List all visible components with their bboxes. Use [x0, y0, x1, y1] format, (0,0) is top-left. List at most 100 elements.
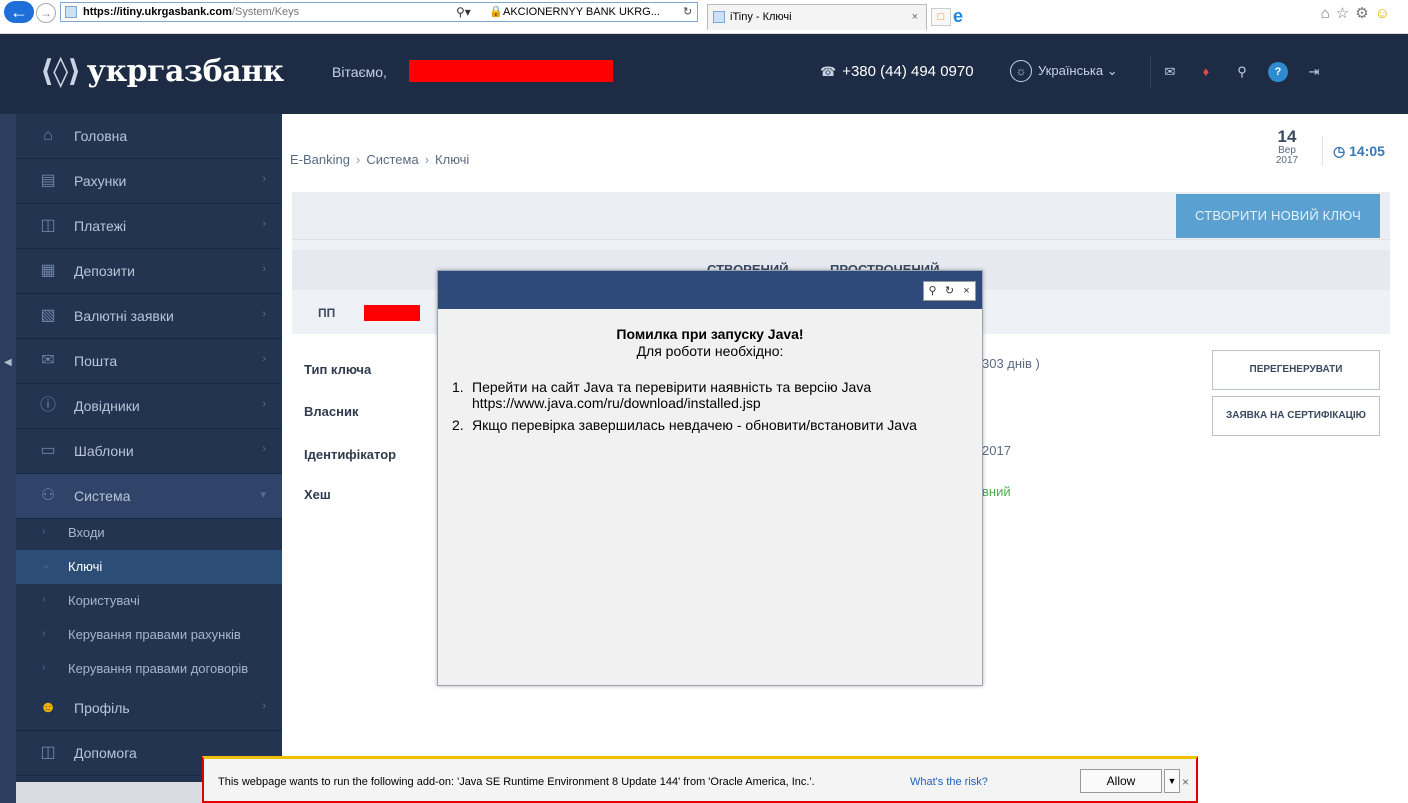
envelope-icon[interactable]: ✉	[1160, 62, 1180, 82]
create-key-button[interactable]: СТВОРИТИ НОВИЙ КЛЮЧ	[1176, 194, 1380, 238]
app-header: ⟨◊⟩ укргазбанк Вітаємо, ☎ +380 (44) 494 09…	[0, 34, 1408, 114]
chevron-right-icon: ›	[262, 308, 266, 320]
dialog-title: Помилка при запуску Java!	[616, 326, 804, 342]
sidebar-subitem-logins[interactable]: › Входи	[16, 516, 282, 550]
address-bar[interactable]: https://itiny.ukrgasbank.com/System/Keys…	[60, 2, 698, 22]
sidebar-item-payments[interactable]: ◫ Платежі ›	[16, 204, 282, 249]
sidebar-item-accounts[interactable]: ▤ Рахунки ›	[16, 159, 282, 204]
date-display: 14 Вер 2017	[1260, 128, 1314, 172]
step-number: 2.	[452, 417, 464, 433]
home-icon: ⌂	[43, 127, 53, 144]
shield-alert-icon[interactable]: ♦	[1196, 62, 1216, 82]
sidebar: ◀ ⌂ Головна ▤ Рахунки › ◫ Платежі › ▦ Де…	[0, 114, 282, 803]
detail-value-validity: 303 днів )	[982, 356, 1040, 371]
breadcrumb-separator-icon: ›	[355, 152, 361, 167]
forward-arrow-icon[interactable]: →	[36, 3, 56, 23]
greeting-text: Вітаємо,	[332, 64, 387, 80]
profile-icon: ☻	[39, 699, 57, 716]
home-browser-icon[interactable]: ⌂	[1321, 5, 1336, 22]
help-circle-icon[interactable]: ?	[1268, 62, 1288, 82]
feedback-smiley-icon[interactable]: ☺	[1375, 5, 1396, 22]
certificate-label[interactable]: AKCIONERNYY BANK UKRG...	[503, 3, 660, 21]
allow-button[interactable]: Allow	[1080, 769, 1162, 793]
close-icon[interactable]: ×	[1182, 775, 1189, 789]
chevron-right-icon: ›	[42, 662, 46, 673]
settings-gear-icon[interactable]: ⚙	[1355, 5, 1374, 22]
site-favicon-icon	[65, 6, 77, 18]
chevron-right-icon: ›	[262, 398, 266, 410]
sidebar-item-deposits[interactable]: ▦ Депозити ›	[16, 249, 282, 294]
chevron-right-icon: ›	[262, 700, 266, 712]
breadcrumb-ebanking[interactable]: E-Banking	[290, 152, 350, 167]
phone-number: ☎ +380 (44) 494 0970	[820, 63, 974, 80]
sidebar-item-directories[interactable]: ⓘ Довідники ›	[16, 384, 282, 429]
whats-the-risk-link[interactable]: What's the risk?	[910, 776, 988, 788]
breadcrumb: E-Banking › Система › Ключі	[290, 152, 469, 167]
sidebar-subitem-account-rights[interactable]: › Керування правами рахунків	[16, 618, 282, 652]
address-url: https://itiny.ukrgasbank.com/System/Keys	[83, 6, 300, 18]
breadcrumb-separator-icon: ›	[424, 152, 430, 167]
header-divider	[1150, 56, 1151, 88]
sidebar-item-home[interactable]: ⌂ Головна	[16, 114, 282, 159]
sidebar-item-templates[interactable]: ▭ Шаблони ›	[16, 429, 282, 474]
bank-logo[interactable]: ⟨◊⟩ укргазбанк	[40, 54, 284, 94]
search-icon[interactable]: ⚲▾	[456, 3, 471, 21]
browser-tool-icons: ⌂☆⚙☺	[1321, 4, 1396, 22]
allow-dropdown-icon[interactable]: ▼	[1164, 769, 1180, 793]
chevron-down-icon: ▾	[260, 489, 266, 501]
help-icon: ◫	[40, 744, 56, 761]
tab-close-icon[interactable]: ×	[912, 5, 918, 29]
language-selector[interactable]: ☼ Українська ⌄	[1010, 60, 1118, 82]
dialog-titlebar: ⚲ ↻ ×	[438, 271, 982, 309]
sidebar-item-currency[interactable]: ▧ Валютні заявки ›	[16, 294, 282, 339]
collapse-arrow-icon[interactable]: ◀	[4, 357, 12, 368]
sidebar-item-system[interactable]: ⚇ Система ▾	[16, 474, 282, 519]
detail-label-key-type: Тип ключа	[304, 362, 372, 377]
sidebar-collapse-strip[interactable]	[0, 114, 16, 803]
regenerate-button[interactable]: ПЕРЕГЕНЕРУВАТИ	[1212, 350, 1380, 390]
logout-icon[interactable]: ⇥	[1304, 62, 1324, 82]
chevron-down-icon: ⌄	[1106, 63, 1118, 78]
refresh-icon[interactable]: ↻	[941, 282, 958, 300]
certification-request-button[interactable]: ЗАЯВКА НА СЕРТИФІКАЦІЮ	[1212, 396, 1380, 436]
browser-tab[interactable]: iTiny - Ключі ×	[707, 4, 927, 30]
new-tab-icon[interactable]: □	[931, 8, 951, 26]
detail-value-date: 2017	[982, 443, 1011, 458]
dialog-steps: 1. Перейти на сайт Java та перевірити на…	[452, 379, 972, 439]
accounts-icon: ▤	[40, 172, 56, 189]
redacted-company	[364, 305, 420, 321]
notification-message: This webpage wants to run the following …	[218, 776, 815, 788]
dialog-subtitle: Для роботи необхідно:	[636, 343, 784, 359]
key-icon[interactable]: ⚲	[1232, 62, 1252, 82]
globe-icon: ☼	[1010, 60, 1032, 82]
sidebar-item-mail[interactable]: ✉ Пошта ›	[16, 339, 282, 384]
favorites-star-icon[interactable]: ☆	[1336, 5, 1355, 22]
dialog-controls: ⚲ ↻ ×	[923, 281, 976, 301]
date-year: 2017	[1275, 155, 1299, 166]
sidebar-subitem-keys[interactable]: ⌄ Ключі	[16, 550, 282, 584]
back-arrow-icon[interactable]: ←	[4, 1, 34, 23]
company-prefix: ПП	[318, 306, 336, 320]
breadcrumb-system[interactable]: Система	[366, 152, 418, 167]
logo-mark-icon: ⟨◊⟩	[40, 54, 81, 89]
sidebar-subitem-users[interactable]: › Користувачі	[16, 584, 282, 618]
chevron-right-icon: ›	[42, 594, 46, 605]
detail-label-identifier: Ідентифікатор	[304, 447, 397, 462]
tab-favicon-icon	[713, 11, 725, 23]
java-error-dialog: ⚲ ↻ × Помилка при запуску Java! Для роботи…	[437, 270, 983, 686]
chevron-right-icon: ›	[262, 218, 266, 230]
detail-value-status: вний	[982, 484, 1011, 499]
detail-label-hash: Хеш	[304, 487, 331, 502]
sidebar-subitem-contract-rights[interactable]: › Керування правами договорів	[16, 652, 282, 686]
list-item: 2. Якщо перевірка завершилась невдачею -…	[452, 417, 972, 433]
pin-icon[interactable]: ⚲	[924, 282, 941, 300]
refresh-icon[interactable]: ↻	[683, 3, 692, 21]
sidebar-item-profile[interactable]: ☻ Профіль ›	[16, 686, 282, 731]
step-number: 1.	[452, 379, 464, 395]
breadcrumb-keys: Ключі	[435, 152, 470, 167]
language-label: Українська	[1038, 63, 1104, 78]
step-text: Якщо перевірка завершилась невдачею - об…	[472, 417, 917, 433]
phone-icon: ☎	[820, 64, 837, 79]
close-icon[interactable]: ×	[958, 282, 975, 300]
lock-icon[interactable]: 🔒	[489, 3, 503, 21]
